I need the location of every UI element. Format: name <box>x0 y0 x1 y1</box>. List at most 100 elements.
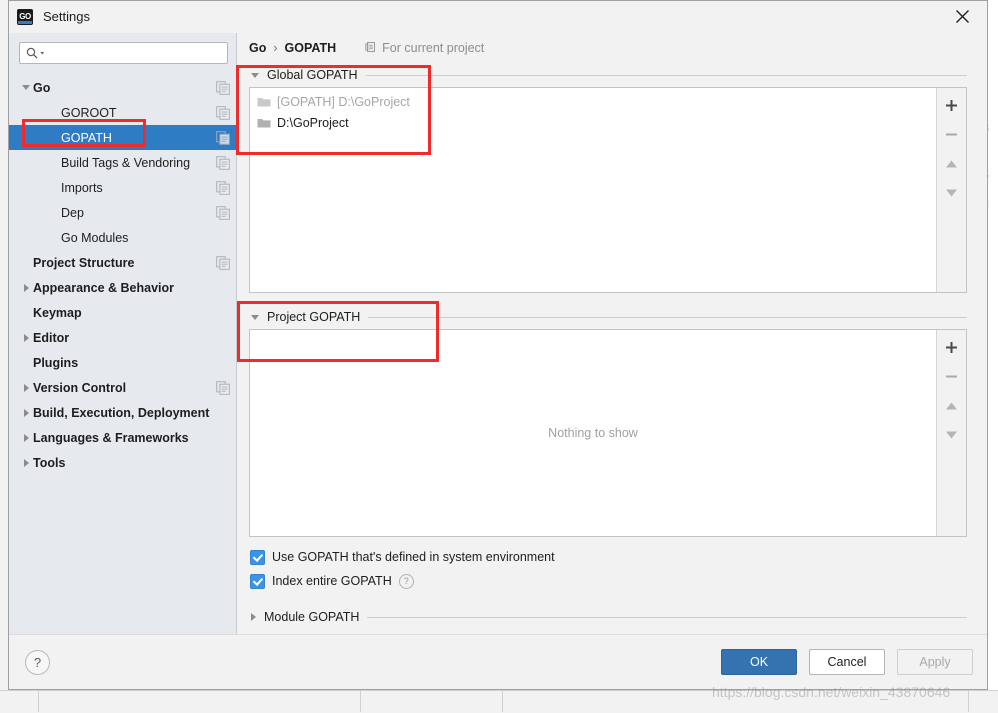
background-divider <box>38 690 39 712</box>
cancel-button[interactable]: Cancel <box>809 649 885 675</box>
sidebar-item-languages-frameworks[interactable]: Languages & Frameworks <box>9 425 236 450</box>
option-label: Index entire GOPATH <box>272 574 392 588</box>
settings-tree: Go GOROOT GOPATH Build Tags & Vendoring … <box>9 74 236 634</box>
list-item[interactable]: [GOPATH] D:\GoProject <box>250 91 936 112</box>
module-gopath-title: Module GOPATH <box>264 610 360 624</box>
copy-settings-icon[interactable] <box>216 180 230 195</box>
sidebar-item-label: Plugins <box>33 355 79 370</box>
header-rule <box>367 616 967 618</box>
collapse-arrow-down-icon[interactable] <box>251 72 259 78</box>
sidebar-item-label: Appearance & Behavior <box>33 280 175 295</box>
sidebar-item-label: Imports <box>61 180 103 195</box>
sidebar-item-label: Keymap <box>33 305 82 320</box>
search-icon <box>26 47 46 59</box>
sidebar-item-label: Languages & Frameworks <box>33 430 189 445</box>
background-divider <box>968 690 969 712</box>
collapse-arrow-down-icon[interactable] <box>251 314 259 320</box>
breadcrumb-separator: › <box>273 41 278 55</box>
global-gopath-list-block: [GOPATH] D:\GoProject D:\GoProject <box>249 87 967 293</box>
expand-arrow-right-icon[interactable] <box>19 408 33 417</box>
option-row-use-system-gopath[interactable]: Use GOPATH that's defined in system envi… <box>237 545 987 569</box>
checkbox-use-system-gopath[interactable] <box>250 549 265 565</box>
expand-arrow-right-icon[interactable] <box>251 613 256 621</box>
project-gopath-title: Project GOPATH <box>267 310 361 324</box>
sidebar-item-dep[interactable]: Dep <box>9 200 236 225</box>
copy-settings-icon[interactable] <box>216 130 230 145</box>
sidebar-item-imports[interactable]: Imports <box>9 175 236 200</box>
ok-button[interactable]: OK <box>721 649 797 675</box>
settings-dialog: GO Settings Go GOROOT GOPATH Build Tags … <box>8 0 988 690</box>
sidebar-item-gopath[interactable]: GOPATH <box>9 125 236 150</box>
scope-indicator: For current project <box>365 41 484 56</box>
sidebar-item-goroot[interactable]: GOROOT <box>9 100 236 125</box>
copy-settings-icon[interactable] <box>216 80 230 95</box>
dialog-footer: ? OK Cancel Apply <box>9 634 987 689</box>
scope-label: For current project <box>382 41 485 55</box>
gopath-entry-label: [GOPATH] D:\GoProject <box>277 94 410 109</box>
gopath-entry-label: D:\GoProject <box>277 115 349 130</box>
remove-button[interactable] <box>939 364 965 389</box>
close-icon[interactable] <box>943 1 981 32</box>
sidebar-item-project-structure[interactable]: Project Structure <box>9 250 236 275</box>
list-item[interactable]: D:\GoProject <box>250 112 936 133</box>
option-row-index-entire-gopath[interactable]: Index entire GOPATH ? <box>237 569 987 593</box>
expand-arrow-right-icon[interactable] <box>19 458 33 467</box>
header-rule <box>368 316 967 318</box>
add-button[interactable] <box>939 93 965 118</box>
dialog-body: Go GOROOT GOPATH Build Tags & Vendoring … <box>9 33 987 634</box>
project-gopath-toolbar <box>936 330 966 536</box>
add-button[interactable] <box>939 335 965 360</box>
background-status-bar <box>0 690 998 713</box>
sidebar-item-build-execution-deployment[interactable]: Build, Execution, Deployment <box>9 400 236 425</box>
copy-settings-icon[interactable] <box>216 155 230 170</box>
project-gopath-header[interactable]: Project GOPATH <box>237 305 987 329</box>
breadcrumb-root[interactable]: Go <box>249 41 266 55</box>
sidebar-item-go-modules[interactable]: Go Modules <box>9 225 236 250</box>
global-gopath-header[interactable]: Global GOPATH <box>237 63 987 87</box>
help-button[interactable]: ? <box>25 649 50 675</box>
search-input[interactable] <box>49 46 223 60</box>
project-scope-icon <box>365 41 377 56</box>
move-down-button[interactable] <box>939 180 965 205</box>
copy-settings-icon[interactable] <box>216 380 230 395</box>
expand-arrow-right-icon[interactable] <box>19 283 33 292</box>
global-gopath-list[interactable]: [GOPATH] D:\GoProject D:\GoProject <box>250 88 936 292</box>
sidebar-item-label: Build Tags & Vendoring <box>61 155 191 170</box>
sidebar-item-version-control[interactable]: Version Control <box>9 375 236 400</box>
checkbox-index-entire-gopath[interactable] <box>250 573 265 589</box>
expand-arrow-right-icon[interactable] <box>19 333 33 342</box>
sidebar-item-plugins[interactable]: Plugins <box>9 350 236 375</box>
copy-settings-icon[interactable] <box>216 105 230 120</box>
sidebar-item-label: Dep <box>61 205 84 220</box>
settings-sidebar: Go GOROOT GOPATH Build Tags & Vendoring … <box>9 33 237 634</box>
sidebar-item-tools[interactable]: Tools <box>9 450 236 475</box>
sidebar-item-editor[interactable]: Editor <box>9 325 236 350</box>
sidebar-item-label: Go Modules <box>61 230 129 245</box>
sidebar-item-go[interactable]: Go <box>9 75 236 100</box>
sidebar-item-build-tags-vendoring[interactable]: Build Tags & Vendoring <box>9 150 236 175</box>
sidebar-item-keymap[interactable]: Keymap <box>9 300 236 325</box>
sidebar-item-appearance-behavior[interactable]: Appearance & Behavior <box>9 275 236 300</box>
breadcrumb: Go › GOPATH For current project <box>237 33 987 63</box>
move-up-button[interactable] <box>939 393 965 418</box>
background-divider <box>502 690 503 712</box>
project-gopath-list[interactable]: Nothing to show <box>250 330 936 536</box>
expand-arrow-right-icon[interactable] <box>19 383 33 392</box>
sidebar-item-label: Tools <box>33 455 66 470</box>
copy-settings-icon[interactable] <box>216 255 230 270</box>
search-box[interactable] <box>19 42 228 64</box>
global-gopath-title: Global GOPATH <box>267 68 358 82</box>
sidebar-item-label: Build, Execution, Deployment <box>33 405 210 420</box>
settings-main-panel: Go › GOPATH For current project Global G… <box>237 33 987 634</box>
sidebar-item-label: Version Control <box>33 380 127 395</box>
expand-arrow-right-icon[interactable] <box>19 433 33 442</box>
remove-button[interactable] <box>939 122 965 147</box>
copy-settings-icon[interactable] <box>216 205 230 220</box>
collapse-arrow-down-icon[interactable] <box>19 85 33 90</box>
move-up-button[interactable] <box>939 151 965 176</box>
help-icon[interactable]: ? <box>398 573 414 589</box>
sidebar-item-label: Go <box>33 80 51 95</box>
module-gopath-header[interactable]: Module GOPATH <box>237 605 987 629</box>
move-down-button[interactable] <box>939 422 965 447</box>
sidebar-item-label: GOROOT <box>61 105 117 120</box>
